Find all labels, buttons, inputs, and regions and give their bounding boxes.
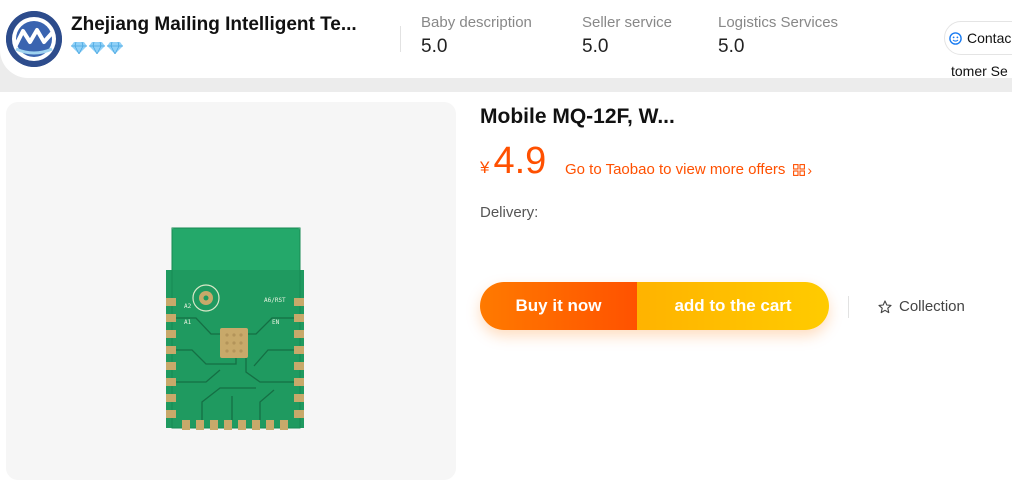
svg-text:EN: EN (272, 319, 280, 326)
purchase-buttons: Buy it now add to the cart (480, 282, 829, 330)
diamond-icon (89, 42, 105, 54)
product-title: Mobile MQ-12F, W... (480, 105, 675, 128)
pcb-module-image: A2 A1 A6/RST EN (166, 227, 304, 430)
more-offers-label: Go to Taobao to view more offers (565, 161, 786, 178)
star-icon (878, 299, 892, 313)
diamond-icon (71, 42, 87, 54)
buy-now-button[interactable]: Buy it now (480, 282, 637, 330)
svg-text:A2: A2 (184, 303, 192, 310)
rating-label: Baby description (421, 14, 532, 31)
rating-seller-service: Seller service 5.0 (582, 14, 672, 58)
store-logo-icon[interactable] (6, 11, 62, 67)
store-rank-badges (71, 42, 123, 54)
add-to-cart-button[interactable]: add to the cart (637, 282, 829, 330)
rating-label: Logistics Services (718, 14, 839, 31)
rating-description: Baby description 5.0 (421, 14, 532, 58)
price: ¥ 4.9 (480, 140, 546, 183)
diamond-icon (107, 42, 123, 54)
qr-grid-icon (793, 163, 806, 176)
price-value: 4.9 (493, 140, 547, 182)
product-image[interactable]: A2 A1 A6/RST EN (6, 102, 456, 480)
svg-text:A1: A1 (184, 319, 192, 326)
collection-button[interactable]: Collection (878, 298, 965, 315)
header-divider (400, 26, 401, 52)
store-header: Zhejiang Mailing Intelligent Te... Baby … (0, 0, 1012, 78)
store-name[interactable]: Zhejiang Mailing Intelligent Te... (71, 14, 357, 36)
contact-label: Contac (967, 30, 1012, 46)
rating-value: 5.0 (718, 36, 745, 57)
chevron-right-icon: › (807, 161, 813, 178)
rating-logistics: Logistics Services 5.0 (718, 14, 838, 58)
collection-label: Collection (899, 298, 965, 315)
rating-value: 5.0 (421, 36, 448, 57)
delivery-label: Delivery: (480, 204, 539, 221)
svg-text:A6/RST: A6/RST (264, 297, 286, 304)
rating-value: 5.0 (582, 36, 609, 57)
currency-symbol: ¥ (480, 158, 490, 177)
smile-icon (949, 31, 962, 45)
rating-label: Seller service (582, 14, 673, 31)
contact-label-overflow: tomer Se (951, 63, 1008, 79)
actions-divider (848, 296, 849, 318)
contact-customer-service-button[interactable]: Contac (944, 21, 1012, 55)
more-offers-link[interactable]: Go to Taobao to view more offers › (565, 161, 812, 178)
